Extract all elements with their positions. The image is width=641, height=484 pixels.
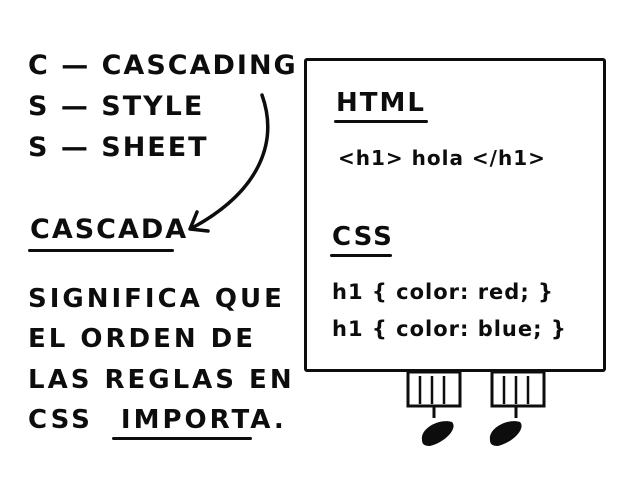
css-heading-underline [330, 254, 392, 257]
board-css-rule-red: h1 { color: red; } [332, 280, 554, 304]
board-css-heading: CSS [332, 222, 394, 252]
board-html-heading: HTML [336, 88, 426, 118]
board-css-rule-blue: h1 { color: blue; } [332, 317, 567, 341]
html-heading-underline [334, 120, 428, 123]
board-html-code: <h1> hola </h1> [338, 146, 546, 170]
